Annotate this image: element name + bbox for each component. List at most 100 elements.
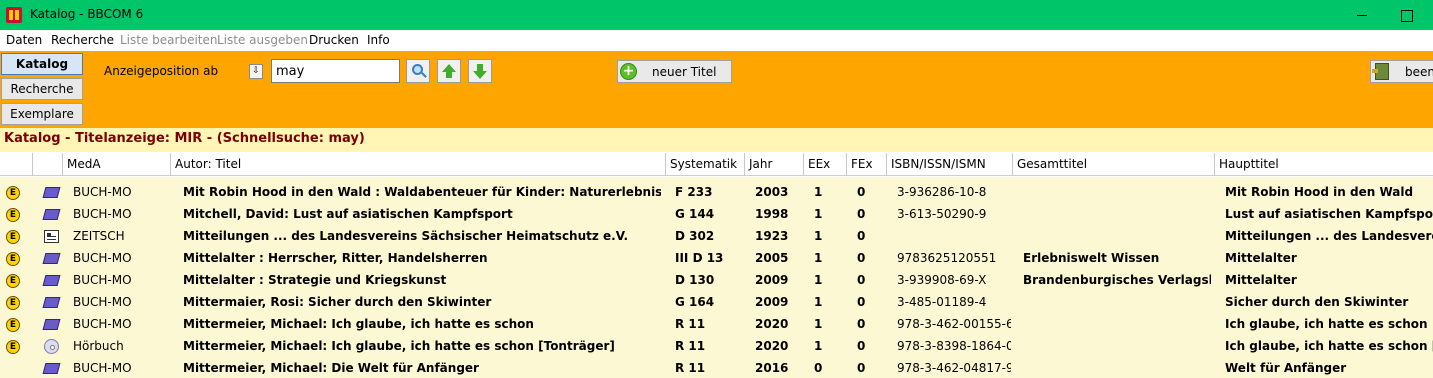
- recherche-button[interactable]: Recherche: [1, 78, 83, 100]
- cell-gesamttitel: [1023, 204, 1211, 226]
- table-row[interactable]: E BUCH-MO Mittermeier, Michael: Ich glaube…: [0, 314, 1433, 336]
- cell-haupttitel: Sicher durch den Skiwinter: [1225, 295, 1409, 309]
- exit-door-icon: [1372, 63, 1389, 80]
- cell-fex: 0: [857, 251, 866, 265]
- minimize-icon[interactable]: [1352, 5, 1372, 25]
- cell-systematik: R 11: [675, 339, 706, 353]
- table-row[interactable]: E BUCH-MO Mittelalter : Strategie und Krie…: [0, 270, 1433, 292]
- col-meda[interactable]: MedA: [63, 153, 171, 176]
- cell-jahr: 2016: [755, 361, 789, 375]
- cell-isbn: 3-939908-69-X: [897, 273, 987, 287]
- cell-fex: 0: [857, 361, 866, 375]
- menu-bar: Daten Recherche Liste bearbeiten Liste a…: [0, 30, 1433, 51]
- cell-jahr: 2020: [755, 339, 789, 353]
- cell-jahr: 1998: [755, 207, 789, 221]
- book-icon: [42, 209, 61, 220]
- cell-meda: ZEITSCH: [73, 229, 125, 243]
- arrow-down-icon: [473, 71, 487, 79]
- window-titlebar: Katalog - BBCOM 6: [0, 0, 1433, 30]
- cell-gesamttitel: [1023, 358, 1211, 378]
- cell-systematik: D 130: [675, 273, 715, 287]
- entry-status-icon: E: [6, 186, 20, 200]
- arrow-down-stem: [477, 64, 483, 71]
- new-title-button[interactable]: + neuer Titel: [617, 60, 732, 83]
- exemplare-button[interactable]: Exemplare: [1, 103, 83, 125]
- table-row[interactable]: E BUCH-MO Mitchell, David: Lust auf asiati…: [0, 204, 1433, 226]
- col-jahr[interactable]: Jahr: [745, 153, 804, 176]
- sort-direction-icon[interactable]: ⇩: [249, 64, 263, 79]
- cell-meda: BUCH-MO: [73, 185, 132, 199]
- entry-status-icon: E: [6, 318, 20, 332]
- cell-title: Mittermeier, Michael: Ich glaube, ich ha…: [183, 317, 534, 331]
- cell-eex: 1: [814, 251, 823, 265]
- table-row[interactable]: E BUCH-MO Mittermaier, Rosi: Sicher durch …: [0, 292, 1433, 314]
- cell-gesamttitel: [1023, 292, 1211, 314]
- cell-fex: 0: [857, 339, 866, 353]
- table-row[interactable]: E BUCH-MO Mit Robin Hood in den Wald : Wal…: [0, 182, 1433, 204]
- col-fex[interactable]: FEx: [847, 153, 887, 176]
- book-icon: [42, 253, 61, 264]
- next-button[interactable]: [468, 59, 492, 83]
- cell-meda: BUCH-MO: [73, 361, 132, 375]
- cell-systematik: R 11: [675, 317, 706, 331]
- cell-haupttitel: Lust auf asiatischen Kampfsport: [1225, 207, 1433, 221]
- cell-haupttitel: Mittelalter: [1225, 251, 1297, 265]
- col-haupttitel[interactable]: Haupttitel: [1215, 153, 1433, 176]
- cell-title: Mittermaier, Rosi: Sicher durch den Skiw…: [183, 295, 492, 309]
- cell-systematik: D 302: [675, 229, 715, 243]
- cell-jahr: 1923: [755, 229, 789, 243]
- cell-gesamttitel: [1023, 336, 1211, 358]
- previous-button[interactable]: [437, 59, 461, 83]
- col-eex[interactable]: EEx: [804, 153, 847, 176]
- new-title-label: neuer Titel: [652, 65, 717, 79]
- cell-haupttitel: Mitteilungen ... des Landesvereins: [1225, 229, 1433, 243]
- search-input[interactable]: [271, 59, 400, 83]
- cell-title: Mitteilungen ... des Landesvereins Sächs…: [183, 229, 629, 243]
- cd-icon: [44, 339, 59, 354]
- menu-drucken[interactable]: Drucken: [309, 33, 359, 47]
- col-icon[interactable]: [33, 153, 63, 176]
- col-status[interactable]: [0, 153, 33, 176]
- menu-daten[interactable]: Daten: [6, 33, 42, 47]
- cell-gesamttitel: [1023, 182, 1211, 204]
- table-row[interactable]: E ZEITSCH Mitteilungen ... des Landesverei…: [0, 226, 1433, 248]
- cell-systematik: G 144: [675, 207, 715, 221]
- col-isbn[interactable]: ISBN/ISSN/ISMN: [887, 153, 1013, 176]
- toolbar: Katalog Recherche Exemplare Anzeigeposit…: [0, 51, 1433, 128]
- cell-jahr: 2009: [755, 273, 789, 287]
- table-row[interactable]: E Hörbuch Mittermeier, Michael: Ich glaube…: [0, 336, 1433, 358]
- col-gesamttitel[interactable]: Gesamttitel: [1013, 153, 1215, 176]
- results-table: E BUCH-MO Mit Robin Hood in den Wald : Wal…: [0, 177, 1433, 378]
- magnifier-handle: [421, 72, 427, 78]
- cell-title: Mittermeier, Michael: Ich glaube, ich ha…: [183, 339, 615, 353]
- cell-title: Mit Robin Hood in den Wald : Waldabenteu…: [183, 185, 661, 199]
- exit-label: been: [1405, 65, 1433, 79]
- cell-fex: 0: [857, 207, 866, 221]
- cell-fex: 0: [857, 317, 866, 331]
- position-label: Anzeigeposition ab: [104, 64, 219, 78]
- cell-haupttitel: Mittelalter: [1225, 273, 1297, 287]
- menu-liste-bearbeiten[interactable]: Liste bearbeiten: [120, 33, 218, 47]
- search-button[interactable]: [406, 59, 430, 83]
- cell-fex: 0: [857, 295, 866, 309]
- menu-liste-ausgeben[interactable]: Liste ausgeben: [217, 33, 308, 47]
- cell-haupttitel: Mit Robin Hood in den Wald: [1225, 185, 1414, 199]
- entry-status-icon: E: [6, 296, 20, 310]
- katalog-button[interactable]: Katalog: [1, 53, 83, 75]
- catalog-status: Katalog - Titelanzeige: MIR - (Schnellsu…: [0, 128, 1433, 152]
- maximize-icon[interactable]: [1396, 5, 1416, 25]
- entry-status-icon: E: [6, 274, 20, 288]
- cell-eex: 1: [814, 317, 823, 331]
- table-row[interactable]: E BUCH-MO Mittelalter : Herrscher, Ritter,…: [0, 248, 1433, 270]
- menu-info[interactable]: Info: [367, 33, 390, 47]
- col-title[interactable]: Autor: Titel: [171, 153, 666, 176]
- cell-eex: 1: [814, 185, 823, 199]
- col-systematik[interactable]: Systematik: [666, 153, 745, 176]
- app-logo-icon: [6, 7, 22, 23]
- table-row[interactable]: BUCH-MO Mittermeier, Michael: Die Welt fü…: [0, 358, 1433, 378]
- plus-icon: +: [620, 63, 637, 80]
- exit-button[interactable]: been: [1370, 60, 1433, 83]
- cell-fex: 0: [857, 273, 866, 287]
- cell-jahr: 2005: [755, 251, 789, 265]
- menu-recherche[interactable]: Recherche: [51, 33, 114, 47]
